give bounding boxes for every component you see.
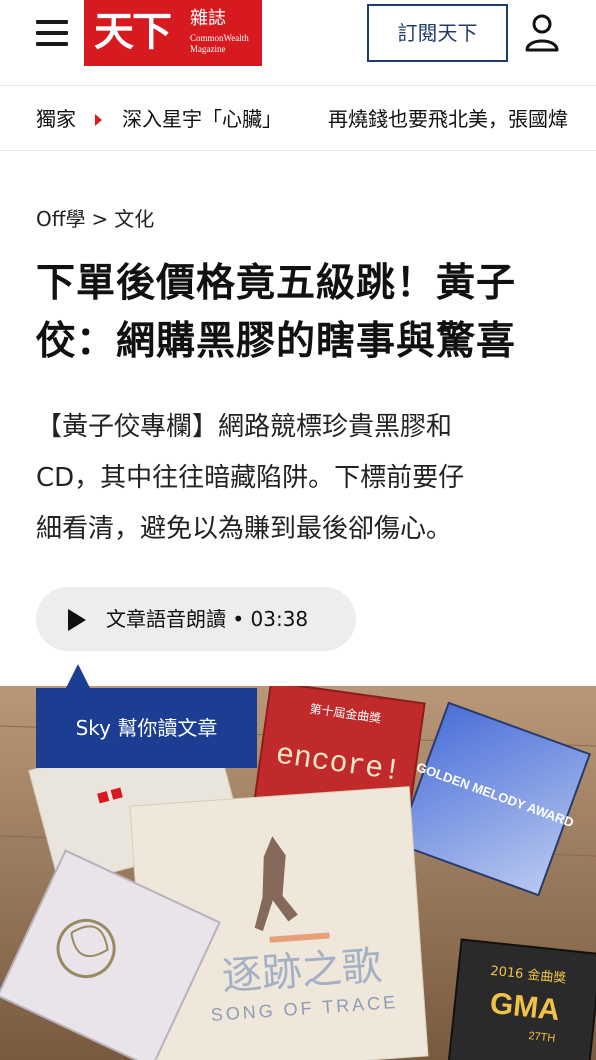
ticker-item[interactable]: 深入星宇「心臟」 bbox=[122, 105, 282, 133]
article-title-line: 下單後價格竟五級跳！黃子 bbox=[36, 260, 517, 306]
breadcrumb-category[interactable]: 文化 bbox=[114, 207, 154, 231]
ticker-item[interactable]: 再燒錢也要飛北美，張國煒 bbox=[328, 105, 568, 133]
logo-zh-text: 雜誌 bbox=[190, 8, 226, 29]
article-title-line: 佼：網購黑膠的瞎事與驚喜 bbox=[36, 318, 517, 364]
logo-en-text-1: CommonWealth bbox=[190, 33, 249, 43]
summary-line: CD，其中往往暗藏陷阱。下標前要仔 bbox=[36, 463, 465, 493]
caret-right-icon bbox=[95, 114, 102, 126]
user-account-icon[interactable] bbox=[524, 14, 560, 52]
audio-read-button[interactable]: 文章語音朗讀 • 03:38 bbox=[36, 587, 356, 651]
audio-tooltip[interactable]: Sky 幫你讀文章 bbox=[36, 688, 257, 768]
summary-line: 細看清，避免以為賺到最後卻傷心。 bbox=[36, 514, 453, 544]
breadcrumb-separator: > bbox=[91, 207, 109, 231]
tooltip-arrow bbox=[66, 664, 90, 688]
commonwealth-logo[interactable]: 天下 雜誌 CommonWealth Magazine bbox=[84, 0, 262, 66]
article-summary: 【黃子佼專欄】網路競標珍貴黑膠和 CD，其中往往暗藏陷阱。下標前要仔 細看清，避… bbox=[36, 402, 556, 555]
summary-line: 【黃子佼專欄】網路競標珍貴黑膠和 bbox=[36, 412, 453, 442]
ticker-label: 獨家 bbox=[36, 107, 76, 131]
article-title: 下單後價格竟五級跳！黃子 佼：網購黑膠的瞎事與驚喜 bbox=[36, 254, 566, 370]
logo-mark: 天下 bbox=[94, 8, 172, 55]
play-icon bbox=[68, 609, 86, 631]
logo-en-text-2: Magazine bbox=[190, 44, 226, 54]
breadcrumb-section[interactable]: Off學 bbox=[36, 207, 86, 231]
subscribe-button[interactable]: 訂閱天下 bbox=[367, 4, 508, 62]
news-ticker: 獨家 深入星宇「心臟」 再燒錢也要飛北美，張國煒 bbox=[0, 87, 596, 151]
hamburger-menu-icon[interactable] bbox=[36, 20, 70, 48]
audio-label: 文章語音朗讀 • 03:38 bbox=[106, 607, 309, 631]
breadcrumb: Off學 > 文化 bbox=[36, 205, 160, 233]
site-header: 天下 雜誌 CommonWealth Magazine 訂閱天下 bbox=[0, 0, 596, 86]
